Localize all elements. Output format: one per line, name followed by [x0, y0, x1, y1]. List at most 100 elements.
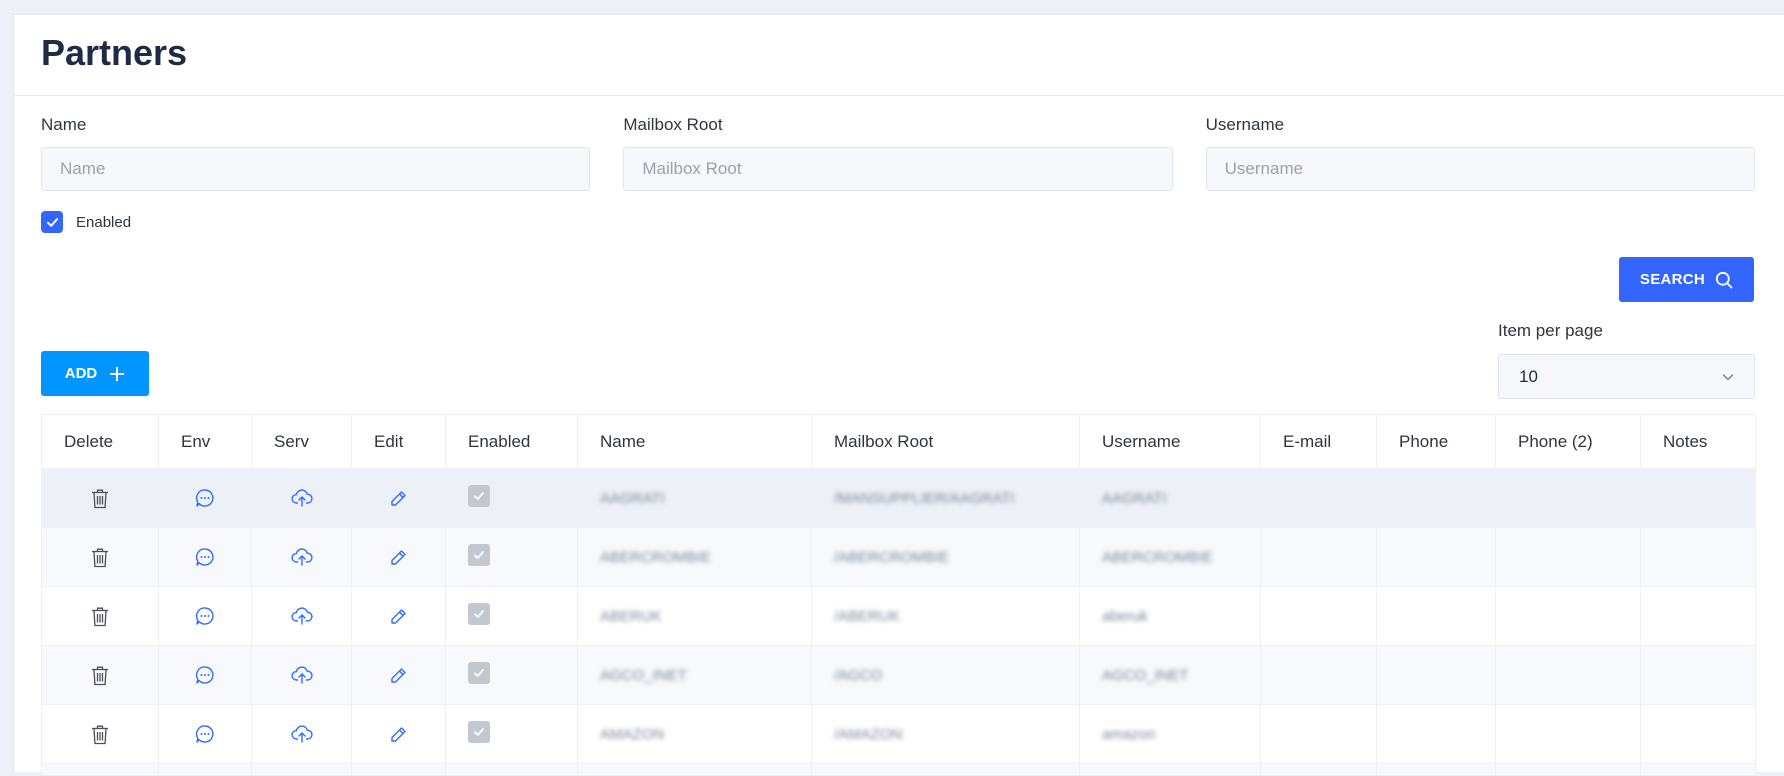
partner-mailbox-root: /AGCO	[834, 666, 883, 684]
phone-2-cell	[1495, 645, 1641, 705]
partners-table: Delete Env Serv Edit Enabled Name Mailbo…	[41, 414, 1756, 776]
cloud-upload-icon[interactable]	[290, 725, 313, 743]
serv-cell	[251, 645, 352, 705]
username-cell: AGCO_INET	[1079, 645, 1261, 705]
column-header-serv[interactable]: Serv	[251, 414, 352, 469]
partial-cell	[251, 763, 352, 776]
trash-icon[interactable]	[91, 547, 109, 568]
chat-bubble-icon[interactable]	[195, 724, 215, 744]
username-input[interactable]	[1205, 147, 1755, 191]
page-title: Partners	[41, 32, 188, 73]
table-row: AMAZON /AMAZON amazon	[41, 704, 1756, 764]
table-row: ABERCROMBIE /ABERCROMBIE ABERCROMBIE	[41, 527, 1756, 587]
pencil-icon[interactable]	[390, 549, 407, 566]
items-per-page: Item per page 10	[1498, 321, 1755, 399]
name-input[interactable]	[41, 147, 591, 191]
env-cell	[158, 527, 252, 587]
delete-cell	[41, 645, 159, 705]
cloud-upload-icon[interactable]	[290, 607, 313, 625]
partner-username: AAGRATI	[1102, 489, 1167, 507]
chat-bubble-icon[interactable]	[195, 547, 215, 567]
trash-icon[interactable]	[91, 488, 109, 509]
partner-name: ABERCROMBIE	[600, 548, 711, 566]
edit-cell	[351, 704, 446, 764]
row-enabled-checkbox	[468, 544, 490, 566]
check-icon	[474, 551, 484, 559]
card-header: Partners	[14, 15, 1784, 96]
partner-name: AMAZON	[600, 725, 665, 743]
phone-cell	[1376, 468, 1496, 528]
name-cell: AGCO_INET	[577, 645, 812, 705]
mailbox-root-input[interactable]	[623, 147, 1173, 191]
name-cell: ABERCROMBIE	[577, 527, 812, 587]
check-icon	[46, 217, 58, 227]
chat-bubble-icon[interactable]	[195, 606, 215, 626]
trash-icon[interactable]	[91, 606, 109, 627]
pencil-icon[interactable]	[390, 490, 407, 507]
items-per-page-select[interactable]: 10	[1498, 354, 1755, 399]
username-cell: aberuk	[1079, 586, 1261, 646]
column-header-delete[interactable]: Delete	[41, 414, 159, 469]
column-header-username[interactable]: Username	[1079, 414, 1261, 469]
table-header-row: Delete Env Serv Edit Enabled Name Mailbo…	[41, 414, 1756, 469]
phone-2-cell	[1495, 527, 1641, 587]
partial-cell	[1376, 763, 1496, 776]
table-row-partial	[41, 763, 1756, 776]
items-per-page-value: 10	[1519, 366, 1538, 386]
column-header-name[interactable]: Name	[577, 414, 812, 469]
row-enabled-checkbox	[468, 603, 490, 625]
enabled-checkbox[interactable]	[41, 211, 63, 233]
filter-form: Name Mailbox Root Username	[41, 115, 1755, 191]
name-cell: AAGRATI	[577, 468, 812, 528]
column-header-phone[interactable]: Phone	[1376, 414, 1496, 469]
trash-icon[interactable]	[91, 724, 109, 745]
pencil-icon[interactable]	[390, 667, 407, 684]
username-cell: ABERCROMBIE	[1079, 527, 1261, 587]
row-enabled-checkbox	[468, 485, 490, 507]
serv-cell	[251, 586, 352, 646]
column-header-notes[interactable]: Notes	[1640, 414, 1756, 469]
delete-cell	[41, 468, 159, 528]
table-row: AGCO_INET /AGCO AGCO_INET	[41, 645, 1756, 705]
column-header-edit[interactable]: Edit	[351, 414, 446, 469]
username-filter: Username	[1205, 115, 1755, 191]
column-header-phone-2[interactable]: Phone (2)	[1495, 414, 1641, 469]
serv-cell	[251, 468, 352, 528]
pencil-icon[interactable]	[390, 608, 407, 625]
name-cell: ABERUK	[577, 586, 812, 646]
pencil-icon[interactable]	[390, 726, 407, 743]
column-header-email[interactable]: E-mail	[1260, 414, 1377, 469]
edit-cell	[351, 527, 446, 587]
delete-cell	[41, 527, 159, 587]
env-cell	[158, 645, 252, 705]
add-button-label: ADD	[64, 365, 98, 382]
check-icon	[474, 669, 484, 677]
partial-cell	[1640, 763, 1756, 776]
mailbox-root-filter: Mailbox Root	[623, 115, 1173, 191]
notes-cell	[1640, 527, 1756, 587]
column-header-mailbox-root[interactable]: Mailbox Root	[811, 414, 1080, 469]
enabled-checkbox-label: Enabled	[76, 213, 132, 231]
add-button[interactable]: ADD	[41, 351, 149, 396]
partner-username: amazon	[1102, 725, 1156, 743]
mailbox-root-cell: /AMAZON	[811, 704, 1080, 764]
partial-cell	[41, 763, 159, 776]
partial-cell	[811, 763, 1080, 776]
phone-cell	[1376, 586, 1496, 646]
trash-icon[interactable]	[91, 665, 109, 686]
chat-bubble-icon[interactable]	[195, 665, 215, 685]
serv-cell	[251, 704, 352, 764]
mailbox-root-cell: /ABERCROMBIE	[811, 527, 1080, 587]
cloud-upload-icon[interactable]	[290, 489, 313, 507]
name-filter: Name	[41, 115, 591, 191]
phone-cell	[1376, 527, 1496, 587]
check-icon	[474, 728, 484, 736]
partial-cell	[1260, 763, 1377, 776]
chat-bubble-icon[interactable]	[195, 488, 215, 508]
cloud-upload-icon[interactable]	[290, 666, 313, 684]
serv-cell	[251, 527, 352, 587]
column-header-enabled[interactable]: Enabled	[445, 414, 578, 469]
search-button[interactable]: SEARCH	[1619, 257, 1754, 302]
column-header-env[interactable]: Env	[158, 414, 252, 469]
cloud-upload-icon[interactable]	[290, 548, 313, 566]
